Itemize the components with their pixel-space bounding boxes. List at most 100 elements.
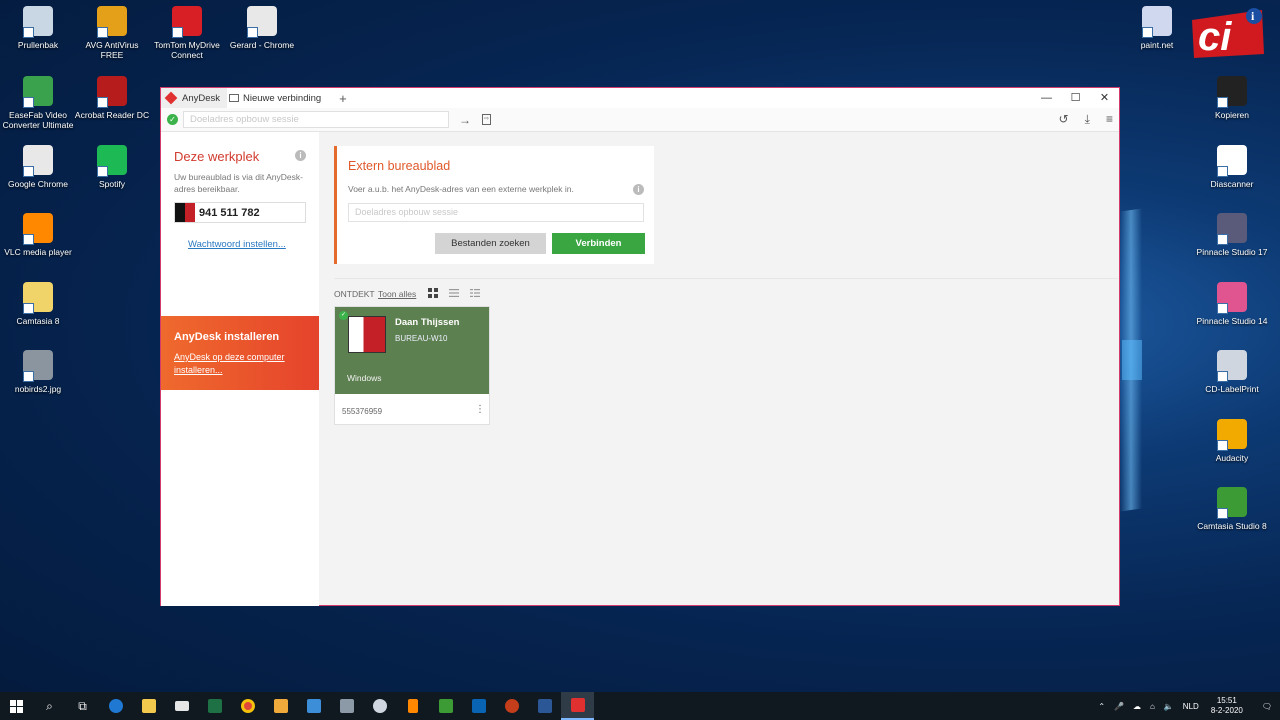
hamburger-menu-icon[interactable]: ≡ [1106, 112, 1113, 127]
media-player-icon[interactable] [264, 692, 297, 720]
network-icon[interactable]: ⌂ [1150, 702, 1155, 711]
desktop-shortcut-label: EaseFab Video Converter Ultimate [2, 110, 74, 130]
tools-icon[interactable] [330, 692, 363, 720]
language-indicator[interactable]: NLD [1183, 702, 1199, 711]
cd-icon [1217, 350, 1247, 382]
this-desk-title: Deze werkplek [174, 149, 260, 164]
word-icon[interactable] [528, 692, 561, 720]
camtasia-icon[interactable] [429, 692, 462, 720]
excel-icon[interactable] [198, 692, 231, 720]
camtasia-icon [1217, 487, 1247, 519]
address-bar: ✓ Doeladres opbouw sessie → ⇨ ↺ ⤓ ≡ [161, 108, 1119, 132]
desktop-shortcut-label: Spotify [99, 179, 125, 189]
connect-arrow-icon[interactable]: → [459, 113, 471, 127]
desktop-shortcut-label: Google Chrome [7, 179, 68, 189]
download-icon[interactable]: ⤓ [1085, 112, 1090, 127]
desktop-shortcut[interactable]: paint.net [1119, 6, 1195, 50]
tomtom-icon [172, 6, 202, 38]
start-button[interactable] [0, 692, 33, 720]
desktop-shortcut-label: Pinnacle Studio 14 [1196, 316, 1268, 326]
discovered-device-tile[interactable]: ✓ Daan Thijssen BUREAU-W10 Windows 55537… [334, 306, 490, 425]
desktop-shortcut[interactable]: Google Chrome [0, 145, 76, 189]
clock[interactable]: 15:51 8-2-2020 [1211, 696, 1243, 716]
system-tray: ⌃ 🎤 ☁ ⌂ 🔈 NLD 15:51 8-2-2020 🗨 [1089, 692, 1280, 720]
grid-view-icon[interactable] [428, 288, 438, 298]
desktop-shortcut[interactable]: Acrobat Reader DC [74, 76, 150, 120]
desktop-shortcut[interactable]: VLC media player [0, 213, 76, 257]
desktop-shortcut[interactable]: TomTom MyDrive Connect [149, 6, 225, 60]
desktop-shortcut[interactable]: Audacity [1194, 419, 1270, 463]
desktop-shortcut[interactable]: EaseFab Video Converter Ultimate [0, 76, 76, 130]
desktop-shortcut-label: Kopieren [1214, 110, 1250, 120]
anydesk-address-box[interactable]: 941 511 782 [174, 202, 306, 223]
desktop-shortcut[interactable]: Gerard - Chrome [224, 6, 300, 50]
photos-icon[interactable] [297, 692, 330, 720]
chrome-icon [247, 6, 277, 38]
install-panel: AnyDesk installeren AnyDesk op deze comp… [161, 316, 319, 390]
show-all-link[interactable]: Toon alles [378, 289, 416, 299]
desktop-shortcut[interactable]: AVG AntiVirus FREE [74, 6, 150, 60]
info-icon[interactable]: i [295, 150, 306, 161]
disc-icon[interactable] [363, 692, 396, 720]
file-explorer-icon[interactable] [132, 692, 165, 720]
address-input[interactable]: Doeladres opbouw sessie [183, 111, 449, 128]
chevron-up-icon[interactable]: ⌃ [1098, 702, 1105, 711]
new-tab-button[interactable]: + [331, 91, 347, 106]
desktop-shortcut[interactable]: Spotify [74, 145, 150, 189]
anydesk-taskbar-icon[interactable] [561, 692, 594, 720]
spotify-icon [97, 145, 127, 177]
recycle-bin-icon [23, 6, 53, 38]
mail-icon[interactable] [165, 692, 198, 720]
compact-view-icon[interactable] [470, 288, 480, 298]
desktop-shortcut-label: Camtasia 8 [16, 316, 60, 326]
document-icon [1217, 145, 1247, 177]
cloud-icon[interactable]: ☁ [1133, 702, 1141, 711]
search-icon[interactable]: ⌕ [33, 692, 66, 720]
acrobat-icon [97, 76, 127, 108]
easefab-icon [23, 76, 53, 108]
desktop-shortcut-label: Diascanner [1210, 179, 1254, 189]
desktop-shortcut[interactable]: Diascanner [1194, 145, 1270, 189]
left-panel: Deze werkplek i Uw bureaublad is via dit… [161, 132, 319, 606]
chrome-icon[interactable] [231, 692, 264, 720]
desktop-shortcut[interactable]: Prullenbak [0, 6, 76, 50]
install-link[interactable]: AnyDesk op deze computer installeren... [174, 351, 309, 377]
status-ok-icon: ✓ [167, 114, 178, 125]
remote-desk-description: Voer a.u.b. het AnyDesk-adres van een ex… [348, 184, 574, 194]
this-desk-description: Uw bureaublad is via dit AnyDesk-adres b… [174, 172, 303, 194]
history-icon[interactable]: ↺ [1059, 112, 1069, 127]
task-view-icon[interactable]: ⧉ [66, 692, 99, 720]
list-view-icon[interactable] [449, 288, 459, 298]
more-options-icon[interactable]: ⋮ [475, 404, 485, 415]
cone-icon[interactable] [396, 692, 429, 720]
kopieren-icon [1217, 76, 1247, 108]
desktop-shortcut[interactable]: Camtasia Studio 8 [1194, 487, 1270, 531]
desktop-shortcut[interactable]: CD-LabelPrint [1194, 350, 1270, 394]
notifications-icon[interactable]: 🗨 [1262, 702, 1272, 711]
anydesk-tab[interactable]: AnyDesk [161, 88, 227, 108]
microphone-icon[interactable]: 🎤 [1114, 702, 1124, 711]
maximize-button[interactable]: ☐ [1061, 88, 1090, 108]
edge-icon[interactable] [99, 692, 132, 720]
desktop-shortcut[interactable]: nobirds2.jpg [0, 350, 76, 394]
wallpaper-light-beam [1122, 340, 1142, 380]
anydesk-logo-icon [164, 91, 178, 105]
minimize-button[interactable]: — [1032, 88, 1061, 108]
tab-new-connection[interactable]: Nieuwe verbinding [227, 88, 332, 108]
outlook-icon[interactable] [462, 692, 495, 720]
set-password-link[interactable]: Wachtwoord instellen... [188, 239, 286, 250]
file-transfer-icon[interactable]: ⇨ [482, 114, 491, 125]
desktop-shortcut[interactable]: Pinnacle Studio 17 [1194, 213, 1270, 257]
desktop-shortcut[interactable]: Camtasia 8 [0, 282, 76, 326]
desktop-shortcut[interactable]: Pinnacle Studio 14 [1194, 282, 1270, 326]
desktop-shortcut-label: CD-LabelPrint [1205, 384, 1259, 394]
desktop-shortcut[interactable]: Kopieren [1194, 76, 1270, 120]
connect-button[interactable]: Verbinden [552, 233, 645, 254]
powerpoint-icon[interactable] [495, 692, 528, 720]
info-icon[interactable]: i [633, 184, 644, 195]
remote-address-input[interactable]: Doeladres opbouw sessie [348, 203, 644, 222]
browse-files-button[interactable]: Bestanden zoeken [435, 233, 546, 254]
close-button[interactable]: ✕ [1090, 88, 1119, 108]
device-thumbnail [348, 316, 386, 353]
volume-icon[interactable]: 🔈 [1164, 702, 1174, 711]
